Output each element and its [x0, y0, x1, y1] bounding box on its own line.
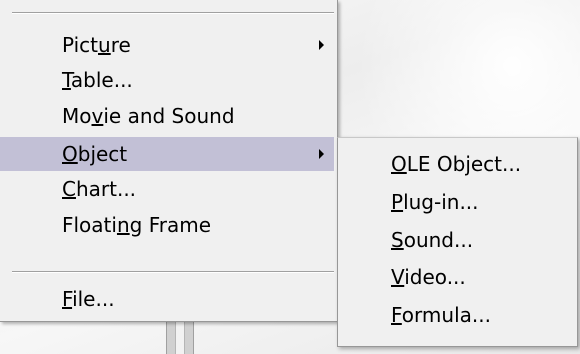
submenu-item-sound[interactable]: Sound... [338, 223, 577, 257]
menu-item-chart[interactable]: Chart... [0, 172, 334, 206]
menu-item-table[interactable]: Table... [0, 63, 334, 97]
submenu-item-label: Video... [391, 265, 466, 289]
menu-item-picture[interactable]: Picture [0, 28, 334, 62]
menu-item-label: Movie and Sound [62, 104, 235, 128]
object-submenu: OLE Object... Plug-in... Sound... Video.… [337, 137, 578, 347]
submenu-item-ole-object[interactable]: OLE Object... [338, 147, 577, 181]
accelerator-key: T [62, 68, 71, 92]
accelerator-key: F [62, 287, 73, 311]
submenu-arrow-icon [319, 149, 324, 159]
background-scrollbar-fragment [166, 320, 194, 354]
menu-item-object[interactable]: Object [0, 137, 334, 171]
accelerator-key: F [391, 303, 402, 327]
accelerator-key: v [91, 104, 104, 128]
submenu-arrow-icon [319, 40, 324, 50]
accelerator-key: S [391, 228, 404, 252]
submenu-item-label: Formula... [391, 303, 491, 327]
accelerator-key: V [391, 265, 405, 289]
menu-item-label: Chart... [62, 177, 137, 201]
menu-separator-top [12, 12, 334, 14]
accelerator-key: n [116, 213, 130, 237]
menu-item-file[interactable]: File... [0, 282, 334, 316]
submenu-item-label: Plug-in... [391, 190, 479, 214]
submenu-item-plug-in[interactable]: Plug-in... [338, 185, 577, 219]
submenu-item-formula[interactable]: Formula... [338, 298, 577, 332]
menu-item-movie-and-sound[interactable]: Movie and Sound [0, 99, 334, 133]
menu-item-label: Object [62, 142, 128, 166]
accelerator-key: C [62, 177, 76, 201]
menu-item-label: File... [62, 287, 115, 311]
menu-item-label: Picture [62, 33, 131, 57]
accelerator-key: P [391, 190, 404, 214]
menu-item-floating-frame[interactable]: Floating Frame [0, 208, 334, 242]
accelerator-key: O [62, 142, 78, 166]
submenu-item-video[interactable]: Video... [338, 260, 577, 294]
insert-menu: Picture Table... Movie and Sound Object … [0, 0, 338, 322]
submenu-item-label: OLE Object... [391, 152, 522, 176]
menu-item-label: Floating Frame [62, 213, 212, 237]
accelerator-key: u [98, 33, 111, 57]
accelerator-key: O [391, 152, 407, 176]
submenu-item-label: Sound... [391, 228, 474, 252]
menu-item-label: Table... [62, 68, 133, 92]
menu-separator [12, 271, 334, 273]
